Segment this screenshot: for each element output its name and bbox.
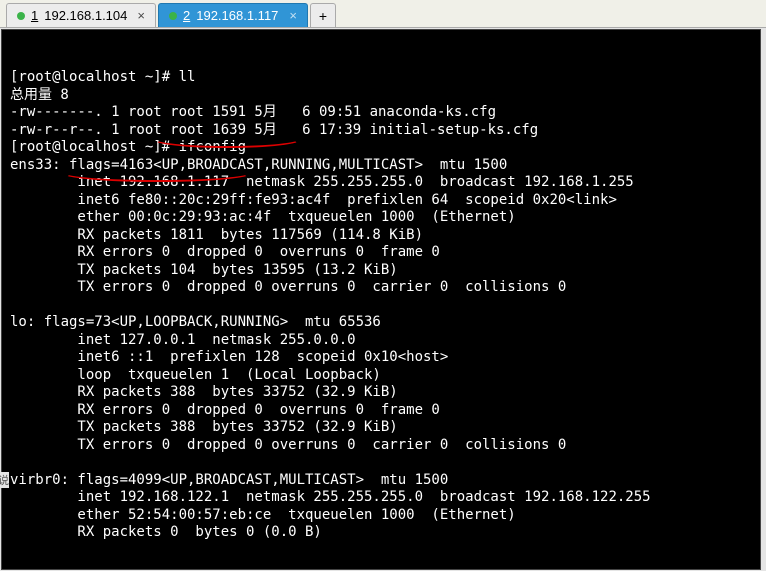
new-tab-button[interactable]: + bbox=[310, 3, 336, 27]
tab-2[interactable]: 2 192.168.1.117 × bbox=[158, 3, 308, 27]
tab-index: 1 bbox=[31, 8, 38, 23]
terminal-text: [root@localhost ~]# ll 总用量 8 -rw-------.… bbox=[10, 69, 752, 542]
tab-index: 2 bbox=[183, 8, 190, 23]
side-label: 说 bbox=[0, 472, 9, 488]
close-icon[interactable]: × bbox=[289, 8, 297, 23]
close-icon[interactable]: × bbox=[137, 8, 145, 23]
tab-label: 192.168.1.104 bbox=[44, 8, 127, 23]
plus-icon: + bbox=[319, 8, 327, 24]
terminal-output[interactable]: [root@localhost ~]# ll 总用量 8 -rw-------.… bbox=[1, 29, 761, 570]
status-dot-icon bbox=[17, 12, 25, 20]
status-dot-icon bbox=[169, 12, 177, 20]
tab-label: 192.168.1.117 bbox=[196, 8, 278, 23]
tab-1[interactable]: 1 192.168.1.104 × bbox=[6, 3, 156, 27]
tab-bar: 1 192.168.1.104 × 2 192.168.1.117 × + bbox=[0, 0, 766, 28]
